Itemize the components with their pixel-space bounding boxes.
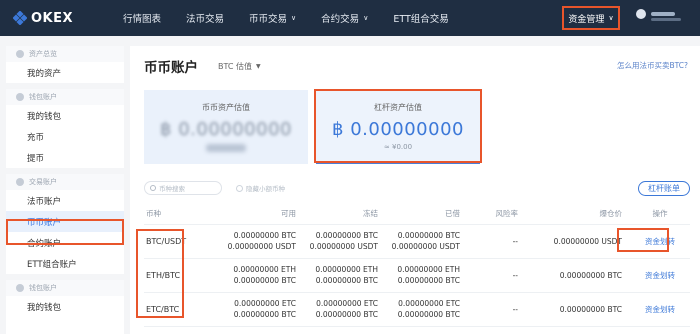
asset-management-menu[interactable]: 资金管理 ∨ bbox=[562, 6, 620, 30]
wallet-icon bbox=[16, 93, 24, 101]
table-row: ETH/BTC 0.00000000 ETH 0.00000000 BTC 0.0… bbox=[144, 258, 690, 293]
sidebar: 资产总览 我的资产 钱包账户 我的钱包 充币 提币 交易账户 法币账户 币币账户… bbox=[6, 46, 124, 334]
sidebar-item-ett-account[interactable]: ETT组合账户 bbox=[6, 253, 124, 274]
logo-text: OKEX bbox=[31, 10, 74, 26]
spot-asset-value-redacted: ฿ 0.00000000 bbox=[160, 119, 292, 140]
borrowed-cell: 0.00000000 ETH 0.00000000 BTC bbox=[386, 258, 468, 293]
checkbox[interactable] bbox=[236, 184, 243, 192]
nav-item-fiat-trading[interactable]: 法币交易 bbox=[186, 11, 224, 25]
risk-cell: -- bbox=[468, 292, 526, 327]
page-title: 币币账户 bbox=[144, 60, 198, 76]
nav-item-spot-trading[interactable]: 币币交易 ∨ bbox=[249, 11, 296, 25]
sidebar-group-title: 钱包账户 bbox=[6, 89, 124, 105]
available-cell: 0.00000000 BTC 0.00000000 USDT bbox=[222, 224, 304, 259]
chevron-down-icon: ∨ bbox=[608, 14, 614, 22]
spot-asset-sub-redacted bbox=[206, 144, 246, 152]
sidebar-item-withdraw[interactable]: 提币 bbox=[6, 147, 124, 168]
spot-asset-card: 币币资产估值 ฿ 0.00000000 bbox=[144, 90, 308, 164]
frozen-cell: 0.00000000 ETC 0.00000000 BTC bbox=[304, 292, 386, 327]
risk-cell: -- bbox=[468, 224, 526, 259]
search-icon bbox=[150, 185, 156, 191]
frozen-cell: 0.00000000 BTC 0.00000000 USDT bbox=[304, 224, 386, 259]
frozen-cell: 0.00000000 ETH 0.00000000 BTC bbox=[304, 258, 386, 293]
group-icon bbox=[16, 50, 24, 58]
header-available: 可用 bbox=[222, 204, 304, 225]
transfer-link[interactable]: 资金划转 bbox=[630, 292, 690, 327]
sidebar-item-deposit[interactable]: 充币 bbox=[6, 126, 124, 147]
search-input[interactable]: 币种搜索 bbox=[144, 181, 222, 195]
sidebar-item-my-wallet[interactable]: 我的钱包 bbox=[6, 105, 124, 126]
header-action: 操作 bbox=[630, 204, 690, 225]
highlight-box-spot-account bbox=[6, 219, 124, 245]
transfer-link[interactable]: 资金划转 bbox=[630, 258, 690, 293]
top-nav: OKEX 行情图表 法币交易 币币交易 ∨ 合约交易 ∨ ETT组合交易 资金管理 ∨ bbox=[0, 0, 700, 36]
user-name-redacted bbox=[651, 12, 675, 16]
highlight-box-coin-pairs bbox=[136, 229, 184, 318]
wallet-icon bbox=[16, 284, 24, 292]
table-row: BTC/USDT 0.00000000 BTC 0.00000000 USDT 0… bbox=[144, 224, 690, 259]
header-risk: 风险率 bbox=[468, 204, 526, 225]
header-frozen: 冻结 bbox=[304, 204, 386, 225]
margin-ledger-button[interactable]: 杠杆账单 bbox=[638, 180, 690, 196]
sidebar-item-my-wallet-2[interactable]: 我的钱包 bbox=[6, 296, 124, 317]
nav-item-ett-trading[interactable]: ETT组合交易 bbox=[393, 11, 448, 25]
sidebar-group-title: 钱包账户 bbox=[6, 280, 124, 296]
sidebar-item-fiat-account[interactable]: 法币账户 bbox=[6, 190, 124, 211]
sidebar-item-my-assets[interactable]: 我的资产 bbox=[6, 62, 124, 83]
liq-price-cell: 0.00000000 BTC bbox=[526, 258, 630, 293]
trade-icon bbox=[16, 178, 24, 186]
table-row: ETC/BTC 0.00000000 ETC 0.00000000 BTC 0.0… bbox=[144, 292, 690, 327]
borrowed-cell: 0.00000000 BTC 0.00000000 USDT bbox=[386, 224, 468, 259]
header-coin: 币种 bbox=[144, 204, 222, 225]
table-header: 币种 可用 冻结 已借 风险率 爆仓价 操作 bbox=[144, 204, 690, 225]
user-menu[interactable] bbox=[636, 9, 681, 21]
title-row: 币币账户 BTC 估值 ▼ bbox=[144, 56, 261, 76]
risk-cell: -- bbox=[468, 258, 526, 293]
sidebar-group-title: 交易账户 bbox=[6, 174, 124, 190]
chevron-down-icon: ∨ bbox=[291, 14, 297, 22]
header-liq-price: 爆仓价 bbox=[526, 204, 630, 225]
available-cell: 0.00000000 ETC 0.00000000 BTC bbox=[222, 292, 304, 327]
valuation-select[interactable]: BTC 估值 ▼ bbox=[218, 61, 261, 72]
liq-price-cell: 0.00000000 BTC bbox=[526, 292, 630, 327]
logo-icon bbox=[12, 10, 28, 26]
main-nav: 行情图表 法币交易 币币交易 ∨ 合约交易 ∨ ETT组合交易 bbox=[123, 11, 474, 25]
avatar bbox=[636, 9, 646, 19]
borrowed-cell: 0.00000000 ETC 0.00000000 BTC bbox=[386, 292, 468, 327]
header-borrowed: 已借 bbox=[386, 204, 468, 225]
highlight-box-transfer bbox=[617, 228, 669, 252]
user-sub-redacted bbox=[651, 18, 681, 21]
help-link[interactable]: 怎么用法币买卖BTC? bbox=[617, 60, 688, 71]
brand-logo[interactable]: OKEX bbox=[12, 10, 113, 26]
nav-item-futures-trading[interactable]: 合约交易 ∨ bbox=[321, 11, 368, 25]
chevron-down-icon: ∨ bbox=[363, 14, 369, 22]
hide-small-toggle[interactable]: 隐藏小额币种 bbox=[236, 183, 285, 193]
liq-price-cell: 0.00000000 USDT bbox=[526, 224, 630, 259]
available-cell: 0.00000000 ETH 0.00000000 BTC bbox=[222, 258, 304, 293]
sidebar-group-title: 资产总览 bbox=[6, 46, 124, 62]
filter-row: 币种搜索 隐藏小额币种 杠杆账单 bbox=[144, 180, 690, 196]
card-label: 币币资产估值 bbox=[202, 103, 250, 112]
nav-item-market-chart[interactable]: 行情图表 bbox=[123, 11, 161, 25]
asset-table: 币种 可用 冻结 已借 风险率 爆仓价 操作 BTC/USDT 0.000000… bbox=[144, 204, 690, 327]
highlight-box-margin-card bbox=[314, 89, 482, 163]
caret-down-icon: ▼ bbox=[256, 62, 261, 70]
